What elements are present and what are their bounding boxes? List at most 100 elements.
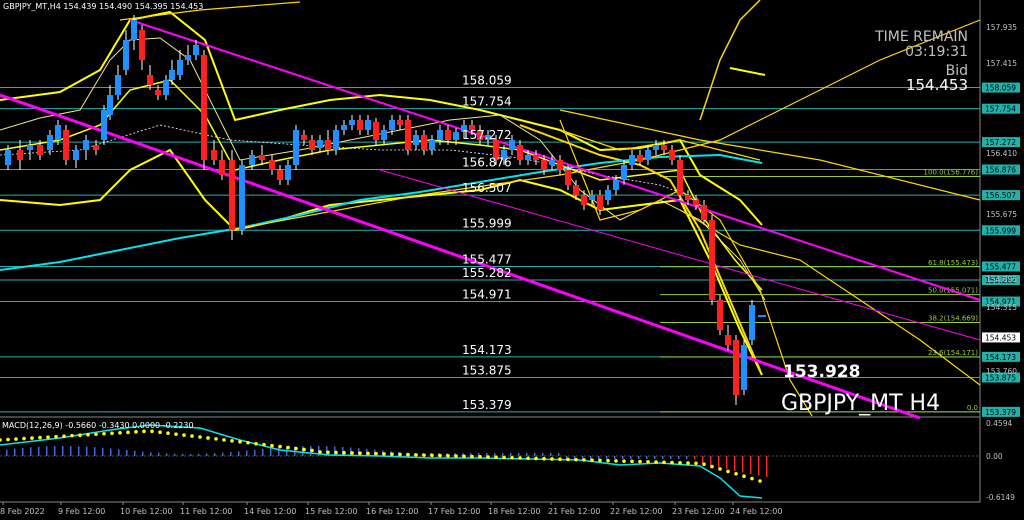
- level-tag-text: 158.059: [985, 84, 1016, 93]
- macd-histogram-bar: [654, 456, 656, 459]
- macd-signal-dot: [14, 437, 18, 441]
- price-tick: 155.675: [986, 210, 1017, 219]
- macd-signal-dot: [550, 457, 554, 461]
- macd-histogram-bar: [110, 448, 112, 456]
- macd-signal-dot: [646, 460, 650, 464]
- macd-signal-dot: [382, 452, 386, 456]
- macd-signal-dot: [326, 450, 330, 455]
- macd-signal-dot: [302, 447, 306, 452]
- bull-candle: [613, 180, 619, 190]
- chart-window[interactable]: 100.0(156.776)61.8(155.473)50.0(155.071)…: [0, 0, 1024, 520]
- macd-histogram-bar: [694, 456, 696, 459]
- bull-candle: [437, 130, 443, 140]
- macd-histogram-bar: [198, 453, 200, 456]
- level-tag-text: 156.507: [985, 191, 1016, 200]
- bull-candle: [73, 150, 79, 160]
- fibo-label: 23.6(154.171): [928, 349, 978, 357]
- macd-histogram-bar: [190, 453, 192, 456]
- macd-signal-dot: [286, 445, 290, 450]
- fibo-label: 38.2(154.669): [928, 314, 978, 322]
- bear-candle: [445, 130, 451, 140]
- macd-histogram-bar: [54, 446, 56, 456]
- bear-candle: [693, 200, 699, 205]
- macd-signal-dot: [462, 454, 466, 459]
- time-tick: 22 Feb 12:00: [610, 507, 662, 516]
- level-tag-text: 155.999: [985, 226, 1016, 235]
- macd-histogram-bar: [606, 456, 608, 459]
- macd-signal-dot: [350, 451, 354, 455]
- macd-signal-dot: [86, 432, 90, 437]
- macd-signal-dot: [606, 458, 610, 463]
- macd-signal-dot: [710, 464, 714, 469]
- bear-candle: [733, 340, 739, 395]
- macd-histogram-bar: [662, 456, 664, 459]
- macd-signal-dot: [182, 433, 186, 437]
- macd-histogram-bar: [494, 453, 496, 456]
- macd-signal-dot: [190, 434, 194, 438]
- macd-signal-dot: [342, 450, 346, 455]
- macd-signal-dot: [374, 451, 378, 456]
- macd-histogram-bar: [710, 456, 712, 466]
- macd-histogram-bar: [214, 453, 216, 456]
- macd-signal-dot: [166, 431, 170, 435]
- macd-histogram-bar: [630, 456, 632, 459]
- macd-signal-dot: [726, 469, 730, 474]
- bull-candle: [621, 165, 627, 180]
- time-remain-value: 03:19:31: [905, 44, 968, 60]
- macd-signal-dot: [566, 457, 570, 462]
- time-tick: 8 Feb 2022: [0, 507, 45, 516]
- macd-histogram-bar: [670, 456, 672, 459]
- bull-candle: [653, 145, 659, 150]
- macd-signal-dot: [478, 455, 482, 459]
- current-price-text: 154.453: [985, 333, 1016, 342]
- macd-signal-dot: [262, 442, 266, 447]
- bear-candle: [405, 120, 411, 150]
- bear-candle: [517, 145, 523, 160]
- macd-histogram-bar: [270, 448, 272, 456]
- macd-histogram-bar: [238, 451, 240, 456]
- macd-signal-dot: [670, 460, 674, 465]
- macd-histogram-bar: [206, 453, 208, 456]
- macd-histogram-bar: [150, 452, 152, 456]
- bear-candle: [709, 220, 715, 300]
- bull-candle: [293, 130, 299, 165]
- time-tick: 18 Feb 12:00: [488, 507, 540, 516]
- macd-histogram-bar: [718, 456, 720, 468]
- bear-candle: [557, 160, 563, 170]
- macd-signal-dot: [174, 432, 178, 436]
- bull-candle: [185, 55, 191, 60]
- price-tick: 157.415: [986, 59, 1017, 68]
- macd-signal-dot: [702, 462, 706, 467]
- macd-signal-dot: [334, 450, 338, 455]
- macd-histogram-bar: [14, 448, 16, 456]
- macd-signal-dot: [278, 444, 282, 449]
- bear-candle: [17, 150, 23, 160]
- macd-signal-dot: [94, 432, 98, 437]
- macd-histogram-bar: [614, 456, 616, 459]
- level-label: 153.379: [462, 398, 512, 412]
- macd-histogram-bar: [766, 456, 768, 478]
- level-tag-text: 154.173: [985, 353, 1016, 362]
- bear-candle: [637, 155, 643, 162]
- macd-histogram-bar: [102, 447, 104, 456]
- bull-candle: [413, 135, 419, 145]
- macd-signal-dot: [134, 430, 138, 434]
- macd-signal-dot: [534, 456, 538, 461]
- macd-histogram-bar: [742, 456, 744, 473]
- bear-candle: [259, 155, 265, 160]
- bear-candle: [219, 160, 225, 175]
- macd-histogram-bar: [598, 456, 600, 459]
- bear-candle: [277, 170, 283, 180]
- macd-signal-dot: [526, 456, 530, 461]
- macd-plot-area[interactable]: [0, 418, 980, 502]
- macd-signal-dot: [142, 429, 146, 434]
- macd-signal-dot: [62, 434, 66, 438]
- macd-signal-dot: [518, 456, 522, 460]
- level-label: 153.875: [462, 364, 512, 378]
- macd-histogram-bar: [46, 446, 48, 456]
- macd-histogram-bar: [750, 456, 752, 474]
- macd-signal-dot: [678, 461, 682, 465]
- bear-candle: [677, 160, 683, 195]
- level-label: 155.282: [462, 266, 512, 280]
- bear-candle: [669, 150, 675, 160]
